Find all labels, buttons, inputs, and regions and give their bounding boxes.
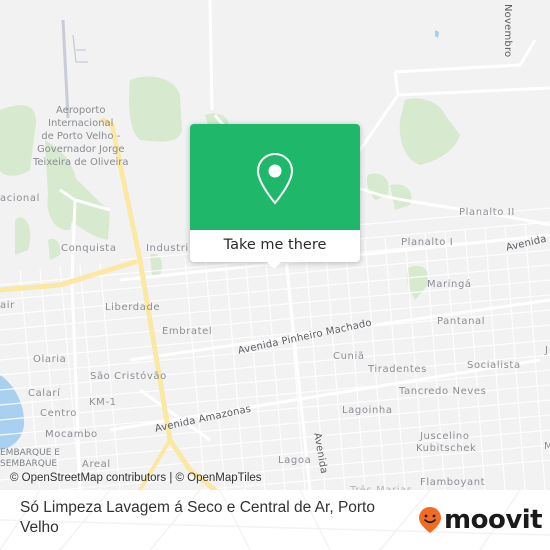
neighborhood-label: Cuniã — [333, 351, 365, 362]
neighborhood-label: Areal — [82, 459, 111, 470]
airport-label: Aeroporto Internacional de Porto Velho -… — [33, 104, 129, 169]
neighborhood-label: São Cristóvão — [90, 371, 167, 382]
neighborhood-label: Olaria — [33, 354, 67, 365]
map-pin-icon — [256, 152, 294, 205]
airport-label-line: Teixeira de Oliveira — [33, 157, 129, 168]
airport-label-line: Internacional — [48, 118, 114, 129]
neighborhood-label: air — [0, 300, 15, 311]
park — [399, 98, 460, 165]
neighborhood-label: Socialista — [467, 360, 521, 371]
river — [0, 375, 25, 450]
neighborhood-label: SEMBARQUE — [0, 459, 58, 469]
neighborhood-label: Lagoa — [278, 455, 312, 466]
park — [0, 105, 36, 176]
neighborhood-label: Juscelino — [420, 431, 470, 442]
map-attribution[interactable]: © OpenStreetMap contributors | © OpenMap… — [10, 472, 262, 484]
neighborhood-label: Tancredo Neves — [399, 386, 487, 397]
neighborhood-label: acional — [0, 193, 40, 204]
neighborhood-label: Flamboyant — [420, 477, 486, 488]
road-label: Novembro — [502, 4, 513, 58]
airport-label-line: Governador Jorge — [36, 144, 125, 155]
airport-label-line: Aeroporto — [56, 105, 106, 116]
neighborhood-label: Embratel — [162, 326, 213, 337]
neighborhood-label: KM-1 — [89, 397, 117, 408]
location-popup: Take me there — [190, 124, 360, 269]
neighborhood-label: M — [544, 441, 550, 452]
moovit-smile-pin-icon — [419, 507, 441, 533]
take-me-there-button[interactable]: Take me there — [190, 230, 360, 262]
neighborhood-label: Maringá — [427, 279, 472, 290]
popup-header — [190, 124, 360, 230]
moovit-logo[interactable]: moovit — [418, 503, 543, 537]
neighborhood-label: Centro — [40, 408, 78, 419]
neighborhood-label: Planalto I — [401, 237, 454, 248]
neighborhood-label: Lagoinha — [342, 405, 393, 416]
park — [129, 76, 182, 142]
popup-tail — [266, 261, 282, 269]
neighborhood-label: Conquista — [61, 243, 117, 254]
neighborhood-label: Planalto II — [459, 207, 515, 218]
park — [48, 238, 61, 260]
park — [15, 217, 31, 255]
neighborhood-label: Liberdade — [105, 302, 161, 313]
neighborhood-label: Tiradentes — [368, 364, 427, 375]
neighborhood-label: Calarí — [28, 388, 61, 399]
neighborhood-label: Mocambo — [45, 429, 98, 440]
pond — [435, 30, 439, 38]
neighborhood-label: EMBARQUE E — [0, 448, 60, 458]
moovit-wordmark: moovit — [444, 505, 543, 535]
neighborhood-label: J — [545, 345, 549, 356]
neighborhood-label: Pantanal — [437, 316, 486, 327]
airport-label-line: de Porto Velho - — [41, 131, 121, 142]
neighborhood-label: Kubitschek — [416, 443, 477, 454]
map-view[interactable]: Aeroporto Internacional de Porto Velho -… — [0, 0, 550, 490]
neighborhood-label: Industri — [146, 243, 189, 254]
place-title: Só Limpeza Lavagem á Seco e Central de A… — [20, 499, 375, 536]
